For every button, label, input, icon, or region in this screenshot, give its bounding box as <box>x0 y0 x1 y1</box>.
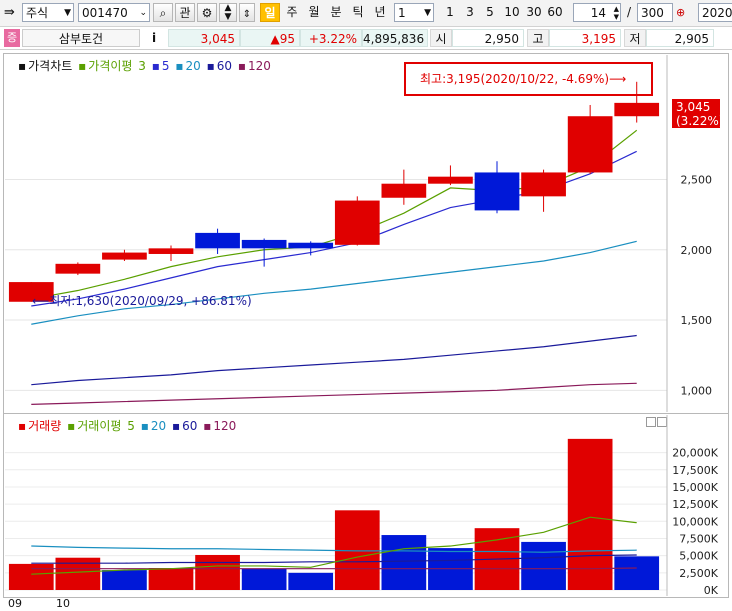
price-y-tick-label: 1,000 <box>681 384 713 397</box>
price-ma120-line <box>31 382 637 405</box>
candle-body <box>241 239 287 249</box>
candle-body <box>288 242 334 249</box>
price-ma60-line <box>31 334 637 386</box>
candle-body <box>148 248 194 254</box>
volume-bar <box>614 556 660 590</box>
volume-bar <box>8 563 54 590</box>
volume-y-tick-label: 5,000K <box>679 550 718 563</box>
high-annotation: 최고:3,195(2020/10/22, -4.69%)⟶ <box>420 72 626 86</box>
candle-body <box>55 263 101 274</box>
candle-body <box>614 102 660 117</box>
volume-y-tick-label: 20,000K <box>672 447 718 460</box>
stock-chart: 1,000 1,500 2,000 2,500 0K 2,500K 5,000K 7,500K… <box>5 55 723 597</box>
candle-body <box>521 172 566 197</box>
volume-bar <box>241 568 287 590</box>
candle-body <box>195 232 240 249</box>
x-label-month-10: 10 <box>56 597 70 610</box>
current-price-tag-value: 3,045 <box>676 100 710 114</box>
volume-y-tick-label: 17,500K <box>672 464 718 477</box>
price-y-tick-label: 2,000 <box>681 244 713 257</box>
volume-bar <box>148 568 194 590</box>
volume-bar <box>55 557 101 590</box>
volume-ma120-line <box>31 567 637 570</box>
current-price-tag-pct: (3.22%) <box>676 114 723 128</box>
low-annotation: ⟵최저:1,630(2020/09/29, +86.81%) <box>32 294 252 308</box>
candle-body <box>567 116 613 173</box>
candle-body <box>334 200 380 245</box>
volume-bar <box>521 541 566 590</box>
volume-bar <box>195 554 240 590</box>
volume-bar <box>102 570 147 590</box>
volume-y-tick-label: 15,000K <box>672 481 718 494</box>
volume-bar <box>288 572 334 590</box>
volume-y-tick-label: 7,500K <box>679 532 718 545</box>
candle-body <box>474 172 520 211</box>
price-ma3-line <box>31 129 638 300</box>
volume-y-tick-label: 2,500K <box>679 567 718 580</box>
price-y-tick-label: 1,500 <box>681 314 713 327</box>
volume-y-tick-label: 0K <box>704 584 719 597</box>
volume-y-tick-label: 10,000K <box>672 515 718 528</box>
price-y-tick-label: 2,500 <box>681 173 713 186</box>
candle-body <box>381 183 427 198</box>
candle-body <box>102 252 147 260</box>
volume-bar <box>567 438 613 590</box>
volume-bar <box>381 535 427 590</box>
candle-body <box>428 176 473 184</box>
x-label-month-09: 09 <box>8 597 22 610</box>
volume-y-tick-label: 12,500K <box>672 498 718 511</box>
